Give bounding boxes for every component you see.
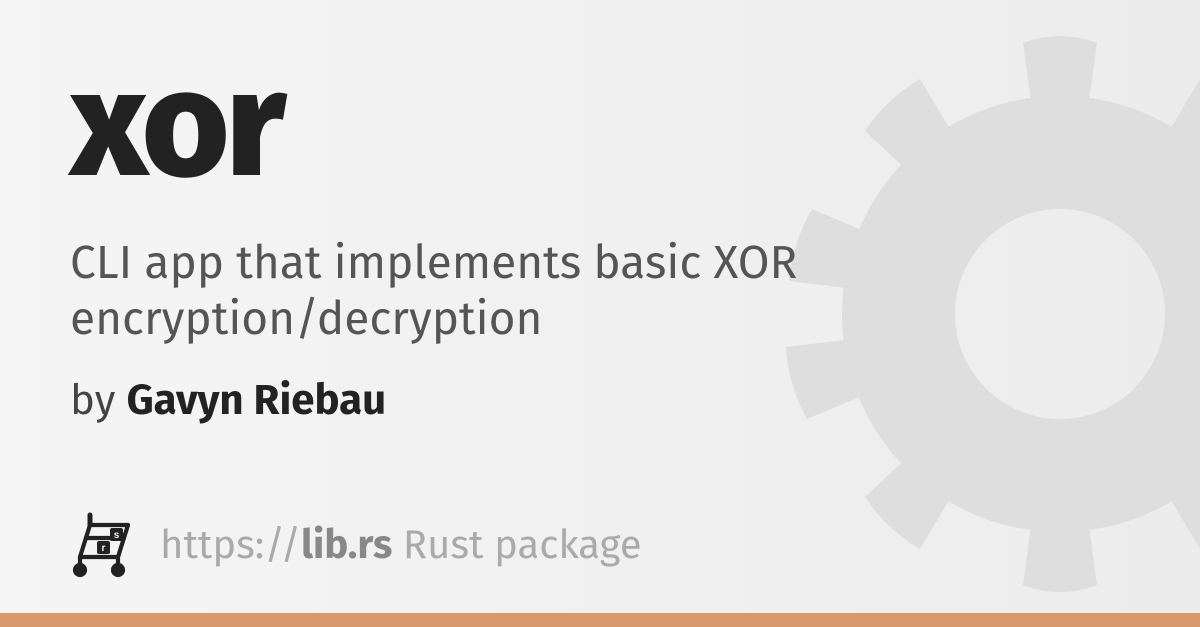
footer: r s https://lib.rs Rust package: [70, 511, 642, 579]
svg-text:s: s: [114, 530, 120, 541]
url-suffix: Rust package: [392, 521, 641, 569]
url-domain: lib.rs: [301, 521, 392, 569]
package-title: xor: [70, 50, 1130, 200]
librs-logo-icon: r s: [70, 511, 138, 579]
svg-text:r: r: [102, 543, 106, 554]
card-content: xor CLI app that implements basic XOR en…: [0, 0, 1200, 613]
url-prefix: https://: [160, 521, 301, 569]
package-byline: by Gavyn Riebau: [70, 376, 1130, 426]
byline-prefix: by: [70, 376, 127, 426]
package-description: CLI app that implements basic XOR encryp…: [70, 236, 890, 348]
source-url: https://lib.rs Rust package: [160, 521, 642, 569]
accent-bar: [0, 613, 1200, 627]
package-author: Gavyn Riebau: [127, 376, 387, 426]
